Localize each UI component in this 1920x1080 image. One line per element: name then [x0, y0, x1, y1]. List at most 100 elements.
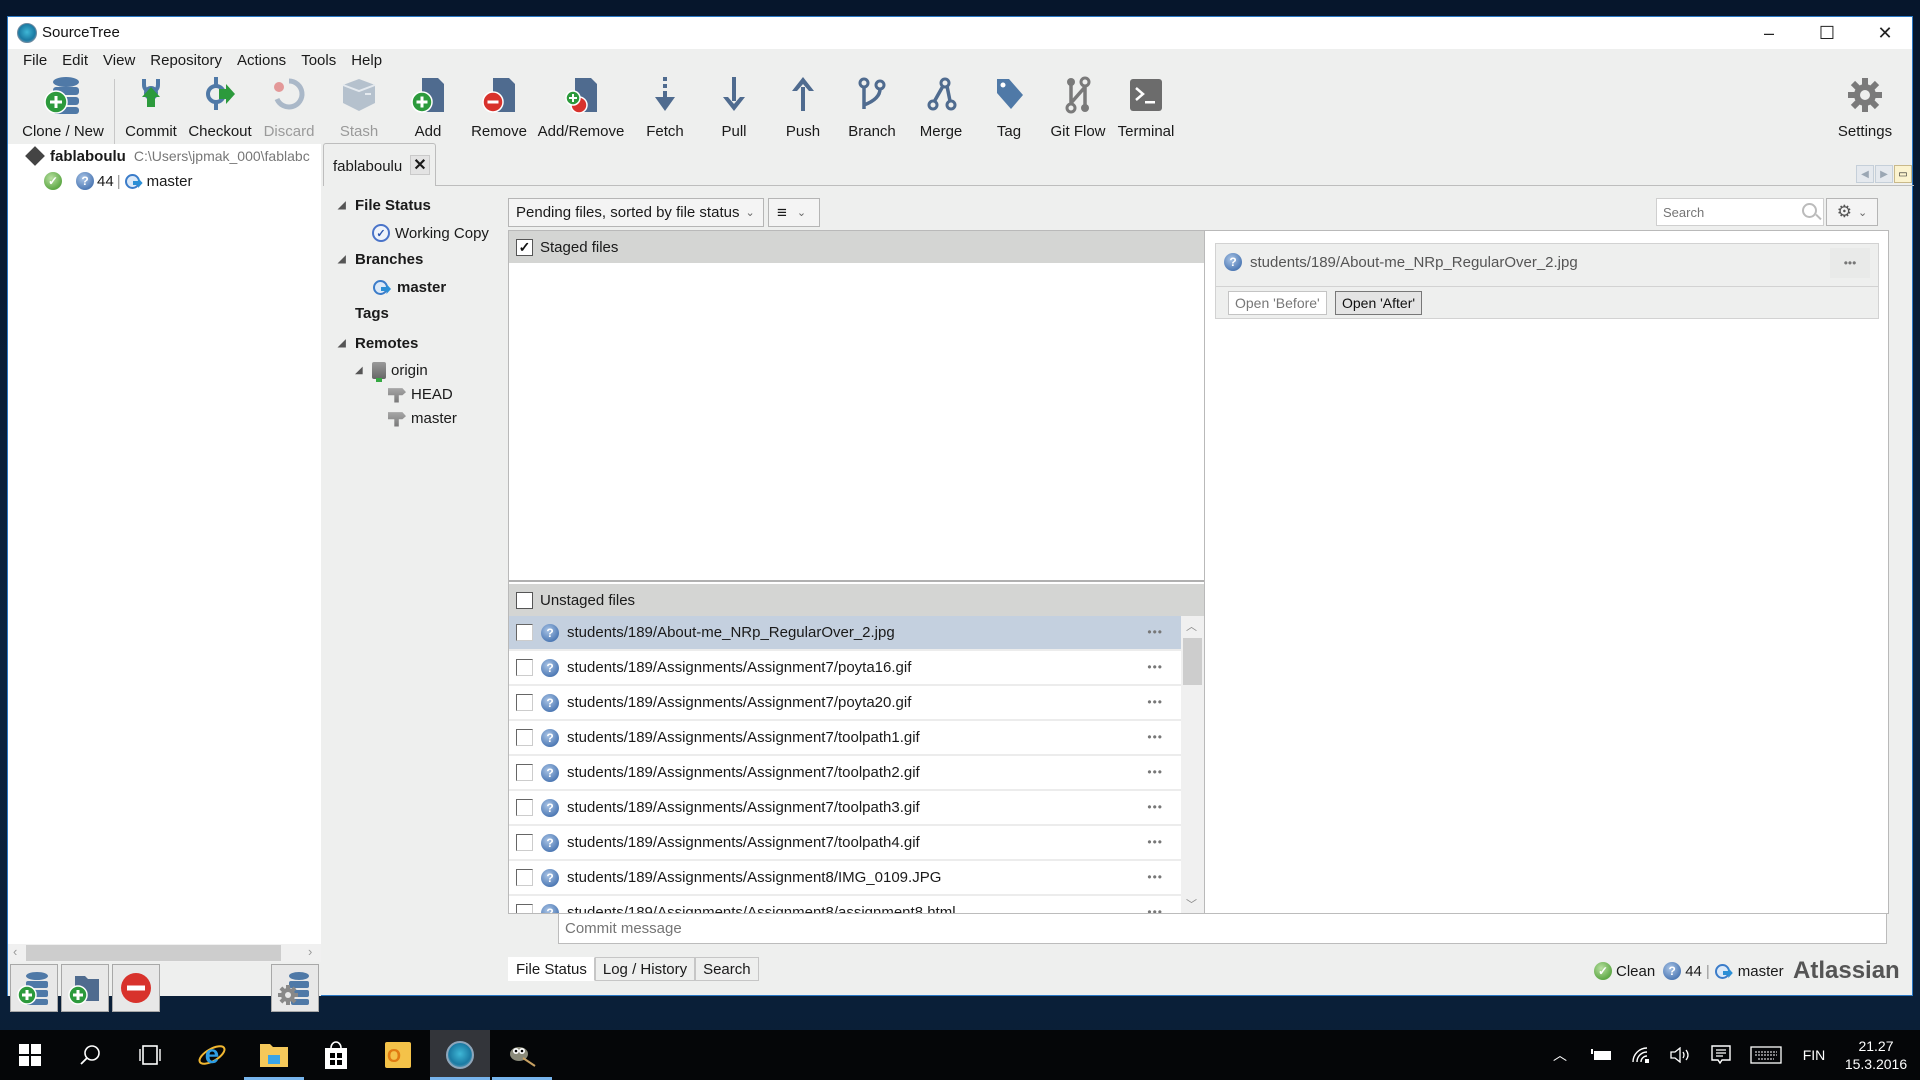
tree-remote-origin[interactable]: ◢ origin [355, 362, 428, 382]
file-more-button[interactable]: ••• [1147, 905, 1163, 913]
repo-list-item[interactable]: fablaboulu C:\Users\jpmak_000\fablabc [25, 146, 310, 166]
menu-tools[interactable]: Tools [294, 49, 344, 71]
file-row[interactable]: ? students/189/Assignments/Assignment7/p… [509, 686, 1181, 721]
file-checkbox[interactable] [516, 799, 533, 816]
staged-select-all-checkbox[interactable]: ✓ [516, 238, 533, 256]
file-more-button[interactable]: ••• [1147, 695, 1163, 709]
clock[interactable]: 21.27 15.3.2016 [1836, 1030, 1916, 1080]
add-folder-button[interactable] [61, 964, 109, 1012]
action-center-button[interactable] [1706, 1030, 1736, 1080]
tree-origin-head[interactable]: HEAD [388, 386, 453, 403]
sourcetree-taskbar-button[interactable] [430, 1030, 490, 1080]
file-checkbox[interactable] [516, 834, 533, 851]
file-checkbox[interactable] [516, 624, 533, 641]
remove-button[interactable]: Remove [463, 73, 535, 149]
file-more-button[interactable]: ••• [1147, 730, 1163, 744]
pull-button[interactable]: Pull [703, 73, 765, 149]
menu-actions[interactable]: Actions [230, 49, 294, 71]
open-after-button[interactable]: Open 'After' [1335, 291, 1423, 315]
gimp-button[interactable] [492, 1030, 552, 1080]
checkout-button[interactable]: Checkout [184, 73, 256, 149]
diff-more-button[interactable]: ••• [1830, 248, 1870, 278]
unstaged-select-all-checkbox[interactable] [516, 591, 533, 609]
battery-icon[interactable] [1586, 1030, 1616, 1080]
expand-triangle-icon[interactable]: ◢ [355, 365, 367, 376]
task-view-button[interactable] [120, 1030, 180, 1080]
repo-settings-button[interactable] [271, 964, 319, 1012]
search-field[interactable] [1656, 198, 1824, 226]
file-row[interactable]: ? students/189/Assignments/Assignment7/t… [509, 756, 1181, 791]
expand-triangle-icon[interactable]: ◢ [338, 254, 350, 265]
scroll-left-icon[interactable]: ‹ [13, 944, 17, 959]
add-remove-button[interactable]: Add/Remove [531, 73, 631, 149]
tree-origin-master[interactable]: master [388, 410, 457, 427]
search-input[interactable] [1657, 199, 1787, 225]
outlook-button[interactable]: O [368, 1030, 428, 1080]
tree-branch-master[interactable]: master [372, 278, 446, 296]
push-button[interactable]: Push [772, 73, 834, 149]
file-more-button[interactable]: ••• [1147, 835, 1163, 849]
expand-triangle-icon[interactable]: ◢ [338, 200, 350, 211]
settings-button[interactable]: Settings [1829, 73, 1901, 149]
maximize-button[interactable]: ☐ [1798, 17, 1856, 49]
start-button[interactable] [0, 1030, 60, 1080]
close-tab-icon[interactable]: ✕ [410, 155, 430, 175]
tree-tags[interactable]: Tags [355, 305, 389, 322]
tab-log-history[interactable]: Log / History [594, 957, 696, 981]
list-style-dropdown[interactable]: ≡ ⌄ [768, 198, 820, 227]
stash-button[interactable]: Stash [328, 73, 390, 149]
menu-file[interactable]: File [16, 49, 55, 71]
menu-edit[interactable]: Edit [55, 49, 96, 71]
scrollbar-thumb[interactable] [1183, 638, 1202, 685]
branch-button[interactable]: Branch [841, 73, 903, 149]
file-checkbox[interactable] [516, 904, 533, 913]
sidebar-horizontal-scrollbar[interactable]: ‹ › [8, 944, 321, 962]
new-repo-button[interactable] [10, 964, 58, 1012]
file-more-button[interactable]: ••• [1147, 870, 1163, 884]
view-mode-dropdown[interactable]: Pending files, sorted by file status ⌄ [508, 198, 764, 227]
file-more-button[interactable]: ••• [1147, 800, 1163, 814]
merge-button[interactable]: Merge [910, 73, 972, 149]
menu-repository[interactable]: Repository [143, 49, 230, 71]
tree-remotes[interactable]: ◢ Remotes [338, 335, 418, 352]
repo-tab-fablaboulu[interactable]: fablaboulu ✕ [323, 143, 436, 186]
commit-message-field[interactable] [558, 913, 1887, 944]
close-button[interactable]: ✕ [1856, 17, 1914, 49]
file-explorer-button[interactable] [244, 1030, 304, 1080]
file-row[interactable]: ? students/189/Assignments/Assignment8/a… [509, 896, 1181, 913]
tree-file-status[interactable]: ◢ File Status [338, 197, 431, 214]
tab-list-icon[interactable]: ▭ [1894, 165, 1912, 183]
clone-new-button[interactable]: Clone / New [13, 73, 113, 149]
tab-scroll-left-icon[interactable]: ◀ [1856, 165, 1874, 183]
commit-button[interactable]: Commit [120, 73, 182, 149]
input-language[interactable]: FIN [1796, 1030, 1832, 1080]
file-more-button[interactable]: ••• [1147, 625, 1163, 639]
file-more-button[interactable]: ••• [1147, 765, 1163, 779]
show-hidden-icons-button[interactable]: ︿ [1548, 1030, 1572, 1080]
file-row[interactable]: ? students/189/Assignments/Assignment7/t… [509, 826, 1181, 861]
file-row[interactable]: ? students/189/Assignments/Assignment7/t… [509, 791, 1181, 826]
add-button[interactable]: Add [397, 73, 459, 149]
discard-button[interactable]: Discard [258, 73, 320, 149]
scroll-down-icon[interactable]: ﹀ [1186, 896, 1197, 912]
file-checkbox[interactable] [516, 729, 533, 746]
commit-message-input[interactable] [559, 914, 1886, 943]
wifi-icon[interactable] [1626, 1030, 1656, 1080]
file-checkbox[interactable] [516, 764, 533, 781]
file-list-vertical-scrollbar[interactable]: ︿ ﹀ [1181, 616, 1204, 913]
git-flow-button[interactable]: Git Flow [1043, 73, 1113, 149]
tree-branches[interactable]: ◢ Branches [338, 251, 423, 268]
internet-explorer-button[interactable]: e [182, 1030, 242, 1080]
menu-view[interactable]: View [96, 49, 143, 71]
file-options-dropdown[interactable]: ⚙ ⌄ [1826, 198, 1878, 226]
tree-working-copy[interactable]: ✓ Working Copy [372, 224, 489, 242]
search-taskbar-button[interactable] [60, 1030, 120, 1080]
scrollbar-thumb[interactable] [26, 945, 281, 961]
volume-icon[interactable] [1665, 1030, 1695, 1080]
tab-search[interactable]: Search [695, 957, 759, 981]
file-row[interactable]: ? students/189/Assignments/Assignment7/t… [509, 721, 1181, 756]
file-row[interactable]: ? students/189/About-me_NRp_RegularOver_… [509, 616, 1181, 651]
file-checkbox[interactable] [516, 694, 533, 711]
open-before-button[interactable]: Open 'Before' [1228, 291, 1327, 315]
tag-button[interactable]: Tag [978, 73, 1040, 149]
